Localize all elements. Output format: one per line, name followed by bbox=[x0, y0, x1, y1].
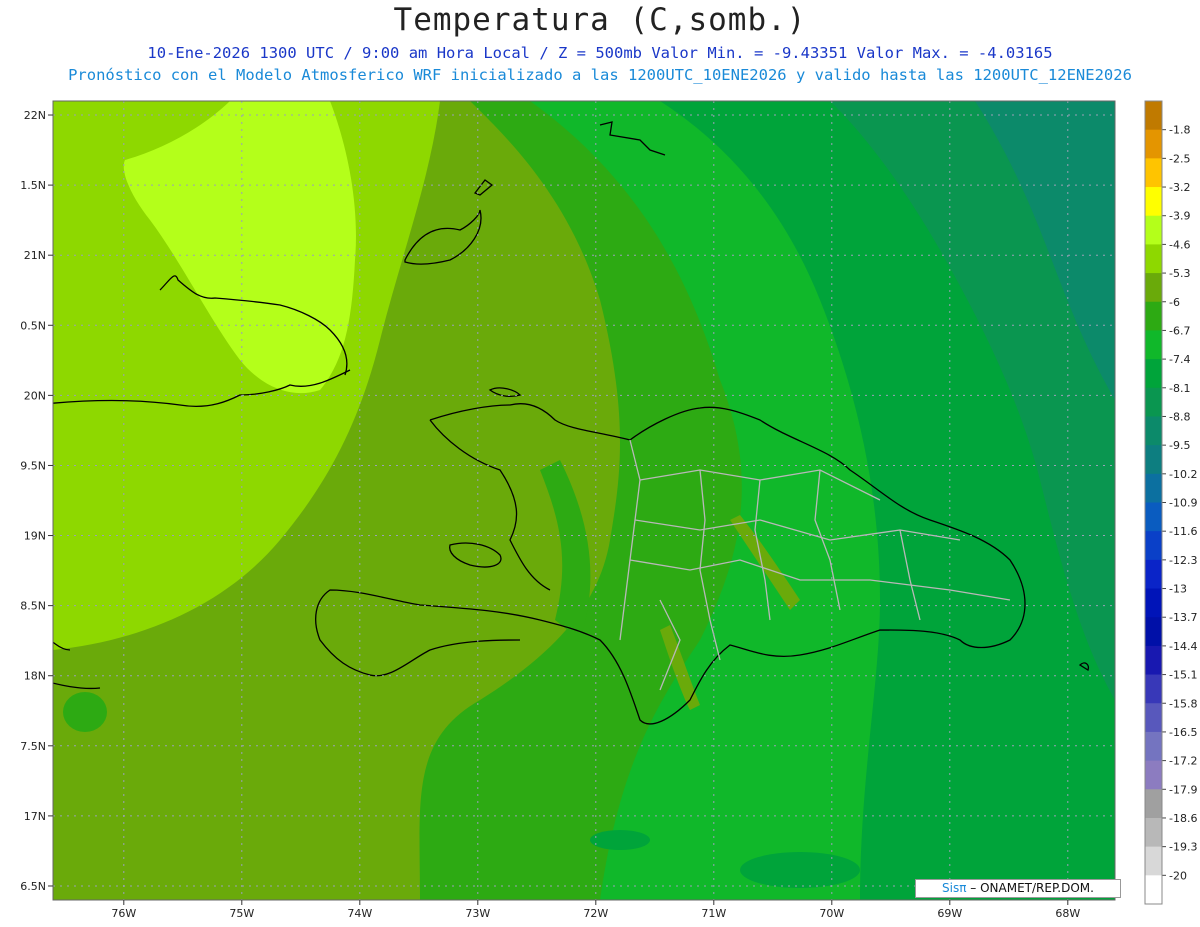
longitude-axis: 76W 75W 74W 73W 72W 71W 70W 69W 68W bbox=[111, 900, 1080, 920]
colorbar-label: -19.3 bbox=[1169, 841, 1197, 854]
colorbar-label: -16.5 bbox=[1169, 726, 1197, 739]
colorbar-label: -10.9 bbox=[1169, 497, 1197, 510]
colorbar-swatch bbox=[1145, 187, 1162, 217]
y-tick-label: 18N bbox=[24, 670, 46, 683]
x-tick-label: 75W bbox=[229, 907, 254, 920]
patch bbox=[63, 692, 107, 732]
colorbar-label: -13.7 bbox=[1169, 611, 1197, 624]
latitude-axis: 22N 1.5N 21N 0.5N 20N 9.5N 19N 8.5N 18N 7.5N 17N 6.… bbox=[20, 109, 53, 893]
colorbar-label: -8.1 bbox=[1169, 382, 1190, 395]
colorbar-swatch bbox=[1145, 559, 1162, 590]
colorbar-swatch bbox=[1145, 731, 1162, 762]
color-legend: -1.8 -2.5 -3.2 -3.9 -4.6 -5.3 -6 -6.7 -7.4 -8.1 -8… bbox=[1144, 100, 1197, 905]
x-tick-label: 68W bbox=[1055, 907, 1080, 920]
colorbar-label: -5.3 bbox=[1169, 267, 1190, 280]
colorbar-swatch bbox=[1145, 674, 1162, 704]
colorbar-swatch bbox=[1145, 301, 1162, 331]
colorbar-label: -18.6 bbox=[1169, 812, 1197, 825]
colorbar-swatch bbox=[1145, 789, 1162, 819]
x-tick-label: 71W bbox=[701, 907, 726, 920]
colorbar-swatch bbox=[1145, 760, 1162, 790]
colorbar-label: -7.4 bbox=[1169, 353, 1190, 366]
colorbar-label: -20 bbox=[1169, 869, 1187, 882]
colorbar-swatch bbox=[1145, 273, 1162, 303]
patch bbox=[740, 852, 860, 888]
colorbar-swatch bbox=[1145, 703, 1162, 733]
y-tick-label: 0.5N bbox=[20, 319, 46, 332]
colorbar-swatch bbox=[1145, 387, 1162, 417]
colorbar-label: -12.3 bbox=[1169, 554, 1197, 567]
colorbar-label: -6 bbox=[1169, 296, 1180, 309]
colorbar-label: -1.8 bbox=[1169, 124, 1190, 137]
colorbar-swatch bbox=[1145, 101, 1162, 131]
colorbar-swatch bbox=[1145, 875, 1162, 905]
y-tick-label: 21N bbox=[24, 249, 46, 262]
colorbar-label: -15.8 bbox=[1169, 697, 1197, 710]
sispi-logo: Sisπ bbox=[942, 881, 967, 895]
colorbar-swatch bbox=[1145, 531, 1162, 561]
temperature-map: 76W 75W 74W 73W 72W 71W 70W 69W 68W 22N 1.5N 21N 0.… bbox=[20, 100, 1197, 920]
colorbar-label: -2.5 bbox=[1169, 152, 1190, 165]
colorbar-swatch bbox=[1145, 445, 1162, 475]
colorbar-swatch bbox=[1145, 645, 1162, 676]
colorbar-swatch bbox=[1145, 129, 1162, 159]
colorbar-swatch bbox=[1145, 330, 1162, 360]
x-tick-label: 70W bbox=[819, 907, 844, 920]
colorbar-label: -6.7 bbox=[1169, 324, 1190, 337]
x-tick-label: 74W bbox=[347, 907, 372, 920]
colorbar-label: -13 bbox=[1169, 583, 1187, 596]
x-tick-label: 73W bbox=[465, 907, 490, 920]
colorbar-swatch bbox=[1145, 473, 1162, 503]
y-tick-label: 6.5N bbox=[20, 880, 46, 893]
colorbar-label: -14.4 bbox=[1169, 640, 1197, 653]
colorbar-label: -15.1 bbox=[1169, 669, 1197, 682]
colorbar-swatch bbox=[1145, 244, 1162, 274]
colorbar-label: -8.8 bbox=[1169, 410, 1190, 423]
x-tick-label: 69W bbox=[937, 907, 962, 920]
colorbar-label: -17.2 bbox=[1169, 755, 1197, 768]
colorbar-label: -3.2 bbox=[1169, 181, 1190, 194]
x-tick-label: 72W bbox=[583, 907, 608, 920]
y-tick-label: 1.5N bbox=[20, 179, 46, 192]
colorbar-swatch bbox=[1145, 588, 1162, 618]
colorbar-label: -10.2 bbox=[1169, 468, 1197, 481]
y-tick-label: 20N bbox=[24, 389, 46, 402]
colorbar-label: -17.9 bbox=[1169, 783, 1197, 796]
y-tick-label: 22N bbox=[24, 109, 46, 122]
colorbar-swatch bbox=[1145, 846, 1162, 876]
colorbar-swatch bbox=[1145, 158, 1162, 188]
x-tick-label: 76W bbox=[111, 907, 136, 920]
patch bbox=[590, 830, 650, 850]
y-tick-label: 17N bbox=[24, 810, 46, 823]
colorbar-label: -4.6 bbox=[1169, 238, 1190, 251]
colorbar-label: -9.5 bbox=[1169, 439, 1190, 452]
colorbar-swatch bbox=[1145, 215, 1162, 245]
colorbar-label: -3.9 bbox=[1169, 210, 1190, 223]
colorbar-swatch bbox=[1145, 817, 1162, 848]
colorbar-swatch bbox=[1145, 359, 1162, 389]
y-tick-label: 9.5N bbox=[20, 459, 46, 472]
colorbar-swatch bbox=[1145, 617, 1162, 647]
colorbar-swatch bbox=[1145, 502, 1162, 532]
y-tick-label: 8.5N bbox=[20, 600, 46, 613]
credit-box: Sisπ – ONAMET/REP.DOM. bbox=[915, 879, 1121, 898]
credit-text: – ONAMET/REP.DOM. bbox=[966, 881, 1094, 895]
y-tick-label: 19N bbox=[24, 530, 46, 543]
y-tick-label: 7.5N bbox=[20, 740, 46, 753]
colorbar-label: -11.6 bbox=[1169, 525, 1197, 538]
colorbar-swatch bbox=[1145, 416, 1162, 446]
